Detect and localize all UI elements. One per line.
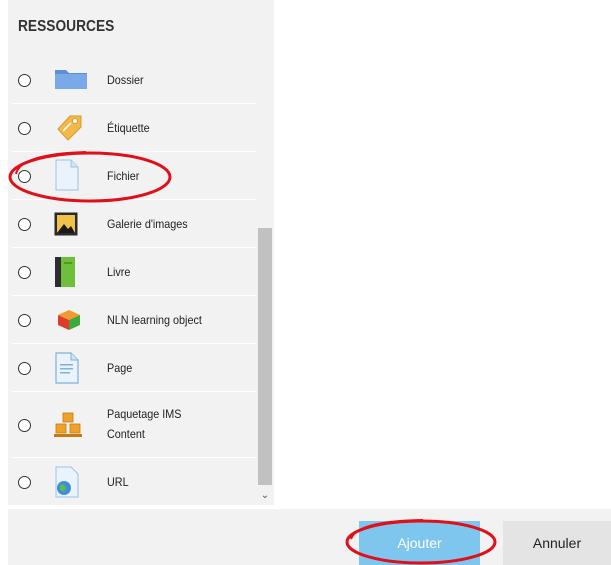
add-button[interactable]: Ajouter bbox=[359, 521, 480, 565]
radio-dossier[interactable] bbox=[18, 74, 31, 87]
radio-page[interactable] bbox=[18, 362, 31, 375]
item-label-line-1: Paquetage IMS bbox=[107, 407, 182, 421]
radio-galerie[interactable] bbox=[18, 218, 31, 231]
file-icon bbox=[54, 159, 80, 196]
page-icon bbox=[54, 352, 80, 389]
radio-ims[interactable] bbox=[18, 419, 31, 432]
tag-icon bbox=[54, 112, 84, 147]
list-item-fichier[interactable]: Fichier bbox=[8, 152, 256, 200]
ims-package-icon bbox=[54, 412, 82, 443]
radio-nln[interactable] bbox=[18, 314, 31, 327]
item-label: URL bbox=[107, 475, 129, 489]
url-icon bbox=[54, 466, 80, 503]
item-label: Dossier bbox=[107, 73, 144, 87]
folder-icon bbox=[54, 66, 88, 95]
resource-list-panel: RESSOURCES Dossier Étiquette Fichier Gal… bbox=[8, 0, 274, 505]
item-label-line-2: Content bbox=[107, 427, 145, 441]
list-item-ims[interactable]: Paquetage IMS Content bbox=[8, 392, 256, 458]
item-label: Fichier bbox=[107, 169, 140, 183]
list-item-livre[interactable]: Livre bbox=[8, 248, 256, 296]
section-title: RESSOURCES bbox=[18, 18, 115, 35]
book-icon bbox=[54, 256, 76, 293]
item-label: Paquetage IMS Content bbox=[107, 404, 181, 444]
list-item-dossier[interactable]: Dossier bbox=[8, 56, 256, 104]
radio-url[interactable] bbox=[18, 476, 31, 489]
image-gallery-icon bbox=[54, 212, 78, 241]
scrollbar-thumb[interactable] bbox=[258, 228, 272, 485]
radio-fichier[interactable] bbox=[18, 170, 31, 183]
list-item-page[interactable]: Page bbox=[8, 344, 256, 392]
radio-livre[interactable] bbox=[18, 266, 31, 279]
cancel-button[interactable]: Annuler bbox=[503, 521, 611, 565]
list-item-etiquette[interactable]: Étiquette bbox=[8, 104, 256, 152]
scroll-down-arrow-icon[interactable]: ⌄ bbox=[258, 489, 272, 503]
item-label: Page bbox=[107, 361, 133, 375]
list-item-nln[interactable]: NLN learning object bbox=[8, 296, 256, 344]
learning-object-icon bbox=[54, 308, 84, 337]
list-item-url[interactable]: URL bbox=[8, 458, 256, 505]
item-label: Étiquette bbox=[107, 121, 150, 135]
item-label: NLN learning object bbox=[107, 313, 202, 327]
item-label: Livre bbox=[107, 265, 131, 279]
item-label: Galerie d'images bbox=[107, 217, 188, 231]
list-item-galerie[interactable]: Galerie d'images bbox=[8, 200, 256, 248]
radio-etiquette[interactable] bbox=[18, 122, 31, 135]
